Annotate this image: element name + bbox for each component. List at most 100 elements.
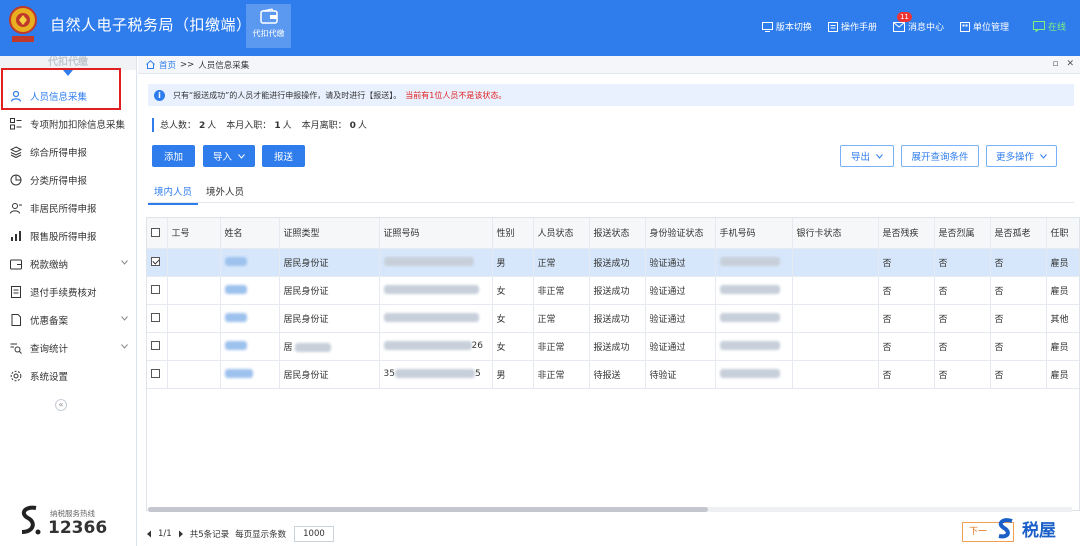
gear-icon: [10, 370, 22, 382]
per-page-label: 每页显示条数: [235, 530, 287, 540]
col-header[interactable]: 工号: [167, 218, 221, 249]
col-header[interactable]: 报送状态: [589, 218, 646, 249]
sidebar-item-label: 退付手续费核对: [30, 288, 97, 299]
module-tab-withholding[interactable]: 代扣代缴: [246, 4, 291, 48]
home-icon: [146, 60, 155, 69]
monitor-icon: [761, 21, 773, 32]
manual-icon: [827, 21, 838, 32]
id-number-cell: 26: [379, 332, 493, 361]
elder-cell: 否: [990, 360, 1047, 389]
table-row[interactable]: 居民身份证 35 5 男 非正常 待报送 待验证 否 否 否 雇员: [147, 360, 1079, 389]
disabled-cell: 否: [878, 276, 935, 305]
employ-cell: 雇员: [1046, 248, 1079, 277]
col-header[interactable]: 性别: [492, 218, 534, 249]
person-add-icon: [10, 203, 22, 214]
sidebar-header-label: 代扣代缴: [48, 57, 88, 68]
notice-warning: 当前有1位人员不是该状态。: [405, 90, 507, 100]
prev-page-icon[interactable]: [146, 530, 152, 538]
table-row[interactable]: 居民身份证 女 非正常 报送成功 验证通过 否 否 否 雇员: [147, 276, 1079, 305]
disabled-cell: 否: [878, 360, 935, 389]
list-grid-icon: [10, 118, 22, 130]
col-header[interactable]: 是否烈属: [934, 218, 991, 249]
module-tab-label: 代扣代缴: [252, 29, 285, 38]
export-button[interactable]: 导出: [840, 145, 894, 167]
breadcrumb-home-link[interactable]: 首页: [159, 59, 176, 71]
sidebar-item-tax-payment[interactable]: 税款缴纳: [0, 250, 136, 278]
collapse-sidebar-button[interactable]: «: [55, 399, 67, 411]
expand-query-button[interactable]: 展开查询条件: [901, 145, 979, 167]
id-type-cell: 居: [279, 332, 380, 361]
sidebar-item-special-deduction[interactable]: 专项附加扣除信息采集: [0, 110, 136, 138]
sidebar-item-system-settings[interactable]: 系统设置: [0, 362, 136, 390]
col-header[interactable]: 证照号码: [379, 218, 493, 249]
sidebar-item-label: 税款缴纳: [30, 260, 69, 271]
sidebar-item-restricted-stock[interactable]: 限售股所得申报: [0, 222, 136, 250]
chat-online-icon: [1032, 21, 1045, 32]
message-center-button[interactable]: 11 消息中心: [892, 12, 944, 33]
online-label: 在线: [1047, 23, 1066, 33]
bar-chart-icon: [11, 231, 21, 241]
col-header[interactable]: 姓名: [220, 218, 280, 249]
scrollbar-thumb[interactable]: [148, 507, 708, 512]
verify-status-cell: 验证通过: [645, 304, 716, 333]
horizontal-scrollbar[interactable]: [148, 507, 1072, 512]
col-header[interactable]: 银行卡状态: [792, 218, 879, 249]
col-header[interactable]: 手机号码: [715, 218, 793, 249]
total-records: 共5条记录: [189, 530, 230, 540]
app-title: 自然人电子税务局（扣缴端）: [50, 16, 252, 34]
col-header[interactable]: 身份验证状态: [645, 218, 716, 249]
submit-status-cell: 报送成功: [589, 248, 646, 277]
col-header[interactable]: 是否孤老: [990, 218, 1047, 249]
col-header[interactable]: 证照类型: [279, 218, 380, 249]
id-number-cell: [379, 276, 493, 305]
sidebar-item-refund-fee-check[interactable]: 退付手续费核对: [0, 278, 136, 306]
per-page-input[interactable]: 1000: [294, 526, 334, 542]
submit-status-cell: 报送成功: [589, 304, 646, 333]
online-service-button[interactable]: 在线: [1032, 20, 1066, 33]
elder-cell: 否: [990, 332, 1047, 361]
sidebar-item-classified-income[interactable]: 分类所得申报: [0, 166, 136, 194]
row-checkbox[interactable]: [147, 276, 168, 305]
more-actions-button[interactable]: 更多操作: [986, 145, 1057, 167]
pager: 1/1 共5条记录 每页显示条数 1000: [146, 526, 334, 542]
row-checkbox[interactable]: [147, 248, 168, 277]
next-page-icon[interactable]: [178, 530, 184, 538]
unit-management-button[interactable]: 单位管理: [959, 20, 1009, 33]
stat-total: 总人数： 2 人: [160, 121, 217, 131]
sidebar-item-query-stats[interactable]: 查询统计: [0, 334, 136, 362]
close-icon[interactable]: ✕: [1066, 59, 1074, 69]
row-checkbox[interactable]: [147, 360, 168, 389]
message-count-badge: 11: [896, 12, 912, 22]
table-row[interactable]: 居民身份证 男 正常 报送成功 验证通过 否 否 否 雇员: [147, 248, 1079, 277]
more-actions-label: 更多操作: [995, 152, 1034, 163]
sidebar-item-nonresident-income[interactable]: 非居民所得申报: [0, 194, 136, 222]
watermark-logo-icon: [998, 518, 1013, 539]
version-switch-button[interactable]: 版本切换: [761, 20, 812, 33]
col-header[interactable]: 是否残疾: [878, 218, 935, 249]
sidebar-item-label: 查询统计: [30, 344, 69, 355]
import-button[interactable]: 导入: [203, 145, 255, 167]
submit-button[interactable]: 报送: [262, 145, 305, 167]
window-controls: ▫ ✕: [1052, 59, 1074, 69]
table-row[interactable]: 居 26 女 非正常 报送成功 验证通过 否 否 否 雇员: [147, 332, 1079, 361]
hotline-logo-icon: [21, 505, 41, 535]
manual-button[interactable]: 操作手册: [827, 20, 877, 33]
col-header[interactable]: 人员状态: [533, 218, 590, 249]
table-row[interactable]: 居民身份证 女 正常 报送成功 验证通过 否 否 否 其他: [147, 304, 1079, 333]
phone-cell: [715, 248, 793, 277]
stats-bar: 总人数： 2 人 本月入职： 1 人 本月离职： 0 人: [152, 118, 367, 132]
row-checkbox[interactable]: [147, 304, 168, 333]
add-button[interactable]: 添加: [152, 145, 195, 167]
sidebar-item-comprehensive-income[interactable]: 综合所得申报: [0, 138, 136, 166]
restore-icon[interactable]: ▫: [1052, 59, 1058, 69]
main-panel: 首页 >> 人员信息采集 ▫ ✕ i 只有“报送成功”的人员才能进行申报操作，请…: [138, 56, 1080, 546]
unit-management-label: 单位管理: [972, 23, 1009, 33]
disabled-cell: 否: [878, 304, 935, 333]
row-checkbox[interactable]: [147, 332, 168, 361]
message-center-label: 消息中心: [907, 23, 944, 33]
phone-cell: [715, 304, 793, 333]
select-all-checkbox[interactable]: [147, 218, 168, 249]
sidebar-item-preferential-filing[interactable]: 优惠备案: [0, 306, 136, 334]
employ-cell: 雇员: [1046, 360, 1079, 389]
col-header[interactable]: 任职: [1046, 218, 1079, 249]
